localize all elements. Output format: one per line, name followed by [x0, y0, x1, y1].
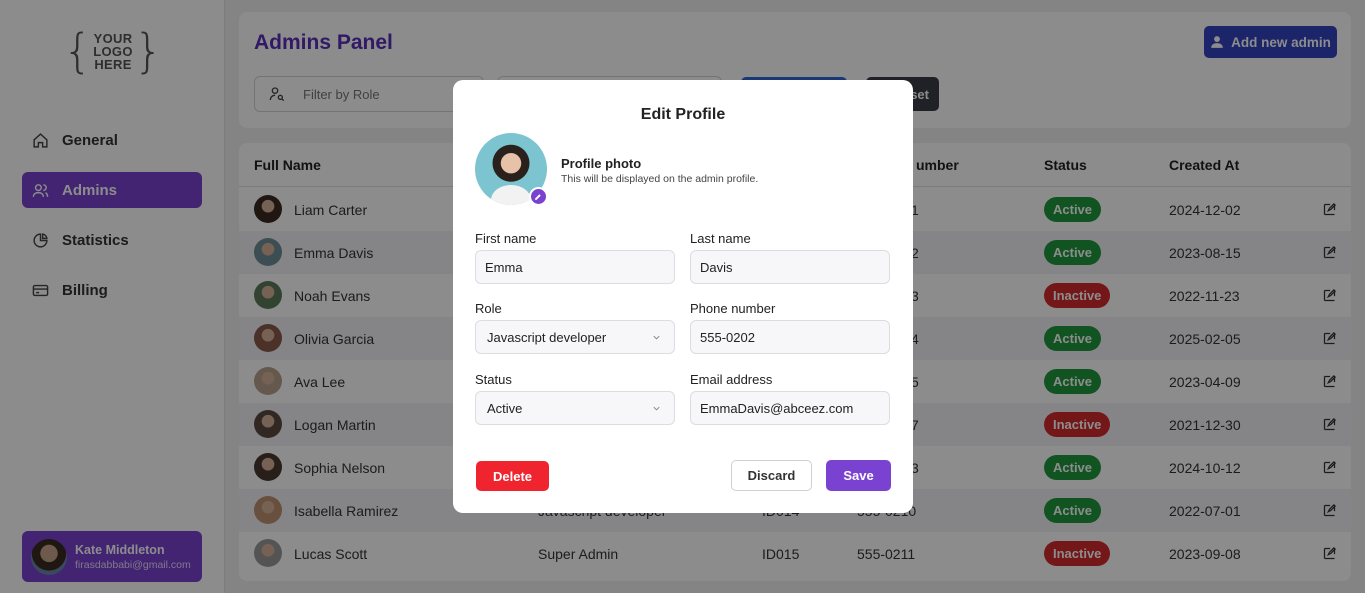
last-name-label: Last name — [690, 231, 751, 246]
email-label: Email address — [690, 372, 773, 387]
status-label: Status — [475, 372, 512, 387]
first-name-field[interactable]: Emma — [475, 250, 675, 284]
first-name-label: First name — [475, 231, 537, 246]
role-select[interactable]: Javascript developer — [475, 320, 675, 354]
discard-button[interactable]: Discard — [731, 460, 812, 491]
photo-edit-button[interactable] — [529, 187, 548, 206]
pencil-icon — [535, 194, 541, 200]
photo-description: This will be displayed on the admin prof… — [561, 173, 759, 185]
modal-title: Edit Profile — [640, 106, 726, 123]
status-select[interactable]: Active — [475, 391, 675, 425]
last-name-field[interactable]: Davis — [690, 250, 890, 284]
edit-profile-modal: Edit Profile Profile photo This will be … — [453, 80, 913, 513]
phone-field[interactable]: 555-0202 — [690, 320, 890, 354]
role-label: Role — [475, 301, 502, 316]
save-button[interactable]: Save — [826, 460, 891, 491]
chevron-down-icon — [653, 406, 660, 411]
phone-label: Phone number — [690, 301, 776, 316]
chevron-down-icon — [653, 335, 660, 340]
email-field[interactable]: EmmaDavis@abceez.com — [690, 391, 890, 425]
delete-button[interactable]: Delete — [476, 461, 549, 491]
photo-label: Profile photo — [561, 156, 642, 171]
